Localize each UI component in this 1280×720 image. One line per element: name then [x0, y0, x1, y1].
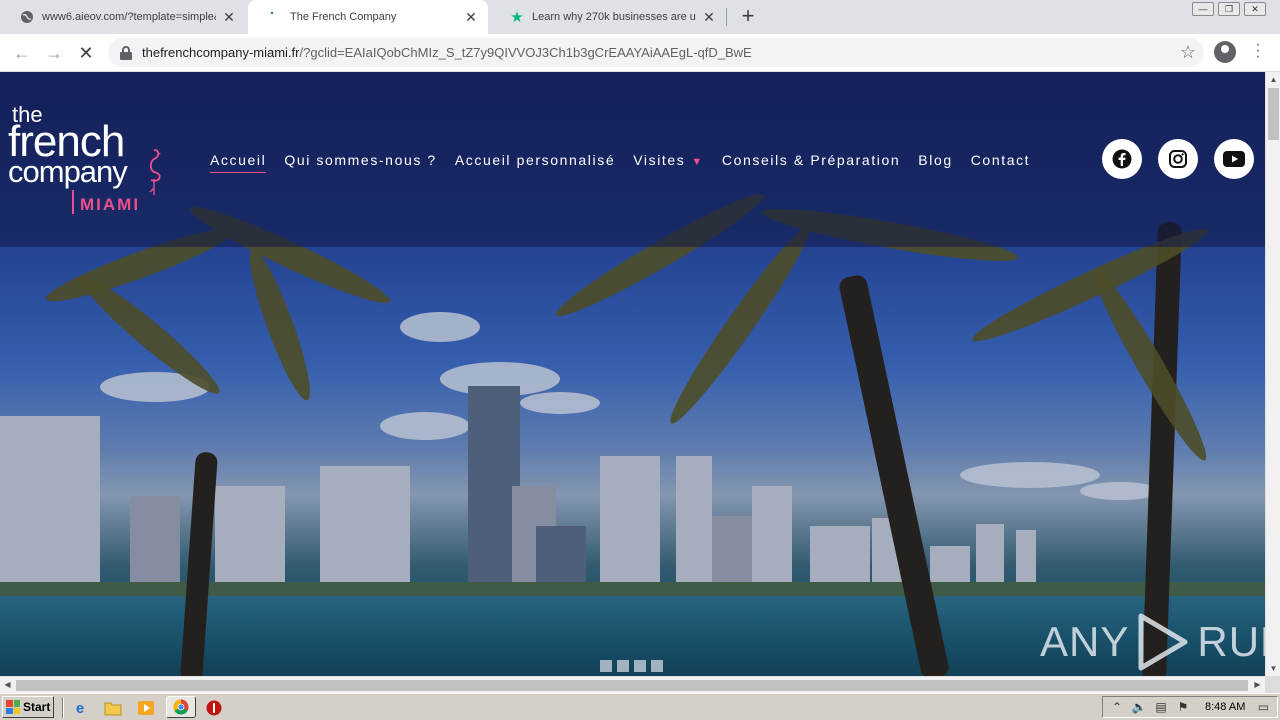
slider-dot-4[interactable] — [651, 660, 663, 672]
windows-taskbar: Start e ⌃ 🔈 ▤ ⚑ 8:48 AM ▭ — [0, 693, 1280, 720]
anyrun-watermark: ANY RUN — [1040, 612, 1265, 672]
scroll-down-arrow-icon[interactable]: ▼ — [1266, 661, 1280, 676]
main-navigation: Accueil Qui sommes-nous ? Accueil person… — [210, 152, 1048, 173]
show-hidden-icons-icon[interactable]: ⌃ — [1109, 699, 1125, 715]
close-tab-icon[interactable]: ✕ — [700, 8, 718, 26]
scroll-up-arrow-icon[interactable]: ▲ — [1266, 72, 1280, 87]
url-text: thefrenchcompany-miami.fr/?gclid=EAIaIQo… — [142, 45, 752, 60]
vertical-scroll-thumb[interactable] — [1268, 88, 1279, 140]
ie-icon[interactable]: e — [70, 698, 90, 718]
page-viewport: the french company MIAMI Accueil Qui som… — [0, 72, 1265, 676]
new-tab-button[interactable]: + — [736, 5, 760, 29]
menu-kebab-icon[interactable]: · · · — [1250, 37, 1266, 65]
close-window-button[interactable]: ✕ — [1244, 2, 1266, 16]
youtube-icon[interactable] — [1214, 139, 1254, 179]
logo-divider — [72, 190, 74, 214]
tab-trustpilot[interactable]: ★ Learn why 270k businesses are using ✕ — [490, 0, 726, 34]
forward-button[interactable]: → — [42, 41, 66, 65]
tab-title: Learn why 270k businesses are using — [532, 11, 696, 23]
watermark-any: ANY — [1040, 618, 1130, 665]
url-host: thefrenchcompany-miami.fr — [142, 45, 300, 60]
close-tab-icon[interactable]: ✕ — [462, 8, 480, 26]
instagram-icon[interactable] — [1158, 139, 1198, 179]
nav-item-accueil[interactable]: Accueil — [210, 152, 267, 173]
slider-pagination — [600, 660, 663, 672]
trustpilot-star-icon: ★ — [510, 9, 524, 26]
windows-flag-icon — [6, 700, 20, 714]
loading-icon — [268, 10, 282, 24]
dropdown-caret-icon: ▼ — [691, 156, 704, 168]
slider-dot-2[interactable] — [617, 660, 629, 672]
facebook-icon[interactable] — [1102, 139, 1142, 179]
nav-item-visites-label: Visites — [633, 152, 686, 168]
nav-item-conseils-preparation[interactable]: Conseils & Préparation — [722, 152, 900, 173]
nav-item-blog[interactable]: Blog — [918, 152, 952, 173]
explorer-icon[interactable] — [103, 698, 123, 718]
globe-icon — [20, 10, 34, 24]
stop-loading-button[interactable]: ✕ — [74, 41, 98, 65]
tab-title: www6.aieov.com/?template=simple& — [42, 11, 216, 23]
chrome-icon[interactable] — [166, 696, 196, 718]
site-logo[interactable]: the french company MIAMI — [8, 104, 161, 214]
tab-strip: www6.aieov.com/?template=simple& ✕ The F… — [0, 0, 1280, 34]
logo-text-miami: MIAMI — [80, 195, 141, 214]
horizontal-scrollbar[interactable]: ◀ ▶ — [0, 676, 1265, 693]
tab-french-company[interactable]: The French Company ✕ — [248, 0, 488, 34]
start-label: Start — [23, 700, 51, 714]
nav-item-accueil-personnalise[interactable]: Accueil personnalisé — [455, 152, 615, 173]
logo-text-company: company — [8, 154, 128, 189]
browser-toolbar: ← → ✕ thefrenchcompany-miami.fr/?gclid=E… — [0, 34, 1280, 72]
tab-separator — [726, 8, 727, 26]
network-icon[interactable]: ▤ — [1153, 699, 1169, 715]
play-triangle-icon — [1138, 613, 1188, 671]
horizontal-scroll-thumb[interactable] — [16, 680, 1248, 691]
nav-item-qui-sommes-nous[interactable]: Qui sommes-nous ? — [284, 152, 436, 173]
close-tab-icon[interactable]: ✕ — [220, 8, 238, 26]
show-desktop-icon[interactable]: ▭ — [1255, 699, 1271, 715]
restore-button[interactable]: ❐ — [1218, 2, 1240, 16]
lock-icon[interactable] — [120, 45, 132, 60]
profile-avatar-icon[interactable] — [1214, 41, 1236, 63]
nav-item-visites[interactable]: Visites ▼ — [633, 152, 704, 173]
address-bar[interactable]: thefrenchcompany-miami.fr/?gclid=EAIaIQo… — [108, 38, 1204, 67]
scroll-right-arrow-icon[interactable]: ▶ — [1250, 677, 1265, 693]
system-tray: ⌃ 🔈 ▤ ⚑ 8:48 AM ▭ — [1102, 696, 1278, 718]
url-query: /?gclid=EAIaIQobChMIz_S_tZ7y9QIVVOJ3Ch1b… — [299, 45, 752, 60]
bookmark-star-icon[interactable]: ☆ — [1180, 42, 1196, 63]
slider-dot-3[interactable] — [634, 660, 646, 672]
tab-title: The French Company — [290, 11, 397, 23]
scrollbar-corner — [1265, 676, 1280, 693]
back-button[interactable]: ← — [10, 41, 34, 65]
volume-icon[interactable]: 🔈 — [1131, 699, 1147, 715]
minimize-button[interactable]: — — [1192, 2, 1214, 16]
flamingo-icon — [149, 149, 161, 195]
media-player-icon[interactable] — [136, 698, 156, 718]
nav-item-contact[interactable]: Contact — [971, 152, 1030, 173]
slider-dot-1[interactable] — [600, 660, 612, 672]
vertical-scrollbar[interactable]: ▲ ▼ — [1265, 72, 1280, 676]
scroll-left-arrow-icon[interactable]: ◀ — [0, 677, 15, 693]
start-button[interactable]: Start — [2, 696, 54, 718]
watermark-run: RUN — [1197, 618, 1265, 665]
tab-aieov[interactable]: www6.aieov.com/?template=simple& ✕ — [0, 0, 246, 34]
window-controls: — ❐ ✕ — [1192, 2, 1266, 16]
action-center-flag-icon[interactable]: ⚑ — [1175, 699, 1191, 715]
taskbar-clock[interactable]: 8:48 AM — [1205, 701, 1245, 713]
stop-icon[interactable] — [204, 698, 224, 718]
